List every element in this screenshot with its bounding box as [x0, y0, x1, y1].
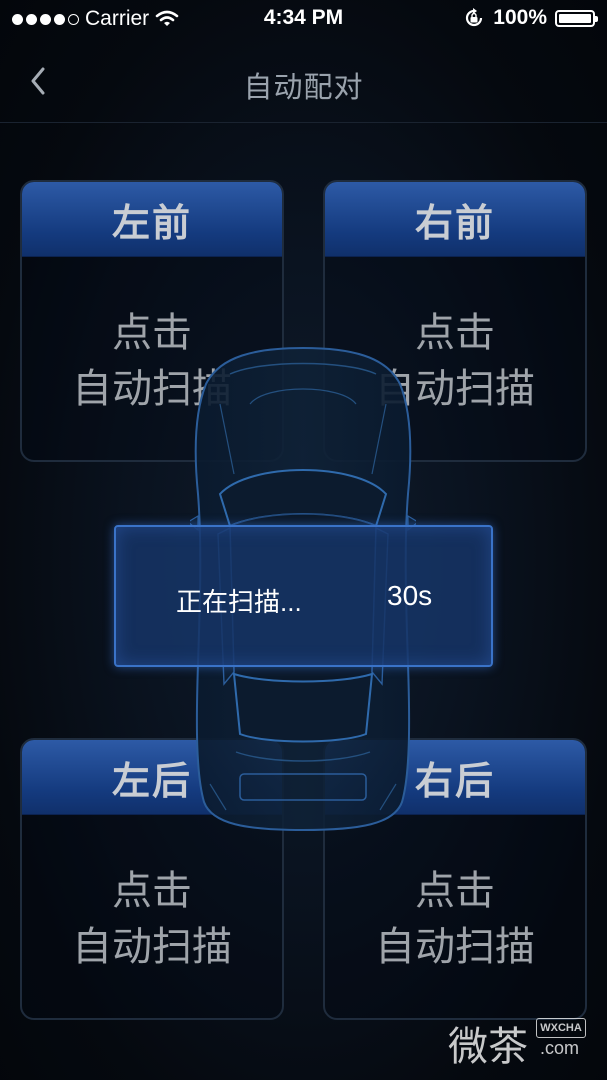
- tire-card-line2: 自动扫描: [375, 925, 535, 969]
- watermark-text: 微茶: [448, 1024, 528, 1070]
- tire-card-line1: 点击: [112, 869, 192, 913]
- tire-card-body: 点击 自动扫描: [325, 815, 585, 975]
- status-bar: Carrier 4:34 PM 100%: [0, 0, 607, 38]
- rotation-lock-icon: [466, 8, 483, 27]
- scanning-countdown: 30s: [387, 580, 433, 611]
- scanning-status: 正在扫描...: [176, 587, 302, 617]
- scanning-dialog: 正在扫描... 30s: [114, 525, 493, 667]
- tire-card-body: 点击 自动扫描: [22, 815, 282, 975]
- watermark-badge: WXCHA: [536, 1018, 586, 1038]
- page-title: 自动配对: [243, 72, 364, 104]
- battery-percent: 100%: [493, 6, 547, 29]
- tire-card-title: 右前: [325, 182, 585, 257]
- app-screen: Carrier 4:34 PM 100% 自动配对 左前 点击 自动扫描 右前 …: [0, 0, 607, 1080]
- tire-card-line1: 点击: [415, 869, 495, 913]
- tire-card-line2: 自动扫描: [72, 925, 232, 969]
- nav-bar: 自动配对: [0, 40, 607, 123]
- status-right: 100%: [463, 6, 598, 30]
- watermark-domain: .com: [540, 1038, 580, 1058]
- battery-icon: [555, 9, 598, 27]
- tire-card-title: 左前: [22, 182, 282, 257]
- watermark: 微茶 WXCHA .com: [448, 1010, 598, 1070]
